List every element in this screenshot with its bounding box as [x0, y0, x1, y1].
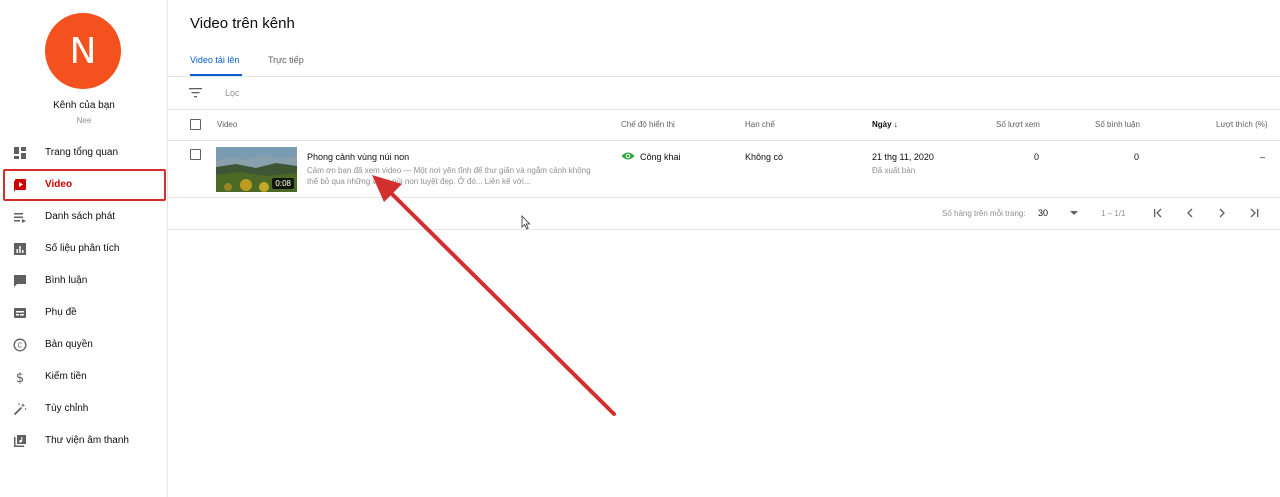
views-value: 0: [1034, 152, 1040, 162]
comment-icon: [14, 275, 26, 287]
eye-icon: [621, 152, 635, 160]
sidebar-item-playlists[interactable]: Danh sách phát: [0, 201, 168, 233]
column-header-date-label: Ngày: [872, 120, 892, 129]
sidebar-item-comments[interactable]: Bình luận: [0, 265, 168, 297]
sidebar-item-label: Bình luận: [45, 275, 88, 286]
filter-input[interactable]: Lọc: [225, 88, 240, 98]
video-thumbnail[interactable]: 0:08: [216, 147, 297, 192]
mouse-cursor-icon: [521, 215, 531, 230]
divider: [168, 109, 1280, 110]
copyright-icon: C: [13, 338, 27, 352]
column-header-views[interactable]: Số lượt xem: [996, 120, 1040, 129]
next-page-icon[interactable]: [1215, 206, 1229, 220]
analytics-icon: [14, 243, 26, 255]
subtitles-icon: [14, 308, 26, 318]
select-all-checkbox[interactable]: [190, 119, 201, 130]
comments-value: 0: [1134, 152, 1140, 162]
highlight-box: [3, 169, 166, 201]
column-header-visibility: Chế độ hiển thị: [621, 120, 675, 129]
channel-title: Kênh của bạn: [53, 100, 115, 111]
rows-per-page-value: 30: [1038, 208, 1049, 218]
rows-per-page-label: Số hàng trên mỗi trang:: [942, 209, 1026, 218]
tab-live[interactable]: Trực tiếp: [268, 55, 304, 65]
row-checkbox[interactable]: [190, 149, 201, 160]
filter-icon[interactable]: [189, 87, 202, 98]
avatar-letter: N: [69, 30, 97, 72]
page-range: 1 – 1/1: [1101, 209, 1126, 218]
sidebar-item-label: Trang tổng quan: [45, 147, 119, 158]
page-title: Video trên kênh: [190, 15, 295, 32]
sidebar-item-label: Kiếm tiền: [45, 371, 87, 382]
column-header-video: Video: [217, 120, 238, 129]
column-header-likes[interactable]: Lượt thích (%): [1216, 120, 1268, 129]
sidebar-item-copyright[interactable]: C Bản quyền: [0, 329, 168, 361]
audio-library-icon: [14, 435, 26, 447]
tab-uploads[interactable]: Video tải lên: [190, 55, 239, 65]
sidebar-item-customization[interactable]: Tùy chỉnh: [0, 393, 168, 425]
previous-page-icon[interactable]: [1183, 206, 1197, 220]
sidebar-item-subtitles[interactable]: Phụ đề: [0, 297, 168, 329]
arrow-down-icon: ↓: [893, 120, 898, 129]
video-description: Cảm ơn bạn đã xem video — Một nơi yên tĩ…: [307, 166, 591, 186]
video-duration: 0:08: [272, 178, 294, 189]
playlist-icon: [14, 213, 26, 223]
dollar-icon: $: [16, 371, 24, 384]
first-page-icon[interactable]: [1151, 206, 1165, 220]
video-title[interactable]: Phong cảnh vùng núi non: [307, 152, 409, 162]
sidebar-item-label: Tùy chỉnh: [45, 403, 89, 414]
svg-text:$: $: [16, 371, 24, 384]
sidebar-item-label: Phụ đề: [45, 307, 77, 318]
sidebar: N Kênh của bạn Nee Trang tổng quan Video…: [0, 0, 168, 497]
sidebar-item-label: Bản quyền: [45, 339, 93, 350]
channel-subtitle: Nee: [76, 116, 92, 125]
date-value: 21 thg 11, 2020: [872, 152, 934, 162]
divider: [168, 76, 1280, 77]
column-header-date[interactable]: Ngày ↓: [872, 120, 898, 129]
rows-per-page-select[interactable]: 30: [1038, 208, 1048, 218]
svg-text:C: C: [18, 342, 23, 350]
restrictions-value: Không có: [745, 152, 784, 162]
divider: [168, 197, 1280, 198]
divider: [168, 229, 1280, 230]
dashboard-icon: [14, 147, 26, 159]
sidebar-item-monetization[interactable]: $ Kiếm tiền: [0, 361, 168, 393]
sidebar-item-label: Danh sách phát: [45, 211, 116, 222]
sidebar-item-dashboard[interactable]: Trang tổng quan: [0, 137, 168, 169]
column-header-comments[interactable]: Số bình luận: [1095, 120, 1140, 129]
sidebar-item-label: Số liệu phân tích: [45, 243, 120, 254]
divider: [168, 140, 1280, 141]
date-status: Đã xuất bản: [872, 166, 916, 175]
channel-avatar[interactable]: N: [45, 13, 121, 89]
visibility-value[interactable]: Công khai: [640, 152, 681, 162]
sidebar-item-label: Thư viện âm thanh: [45, 435, 129, 446]
magic-wand-icon: [13, 403, 27, 416]
last-page-icon[interactable]: [1247, 206, 1261, 220]
dropdown-arrow-icon[interactable]: [1070, 210, 1078, 216]
sidebar-item-audio-library[interactable]: Thư viện âm thanh: [0, 425, 168, 457]
column-header-restrictions: Hạn chế: [745, 120, 775, 129]
sidebar-item-analytics[interactable]: Số liệu phân tích: [0, 233, 168, 265]
likes-value: –: [1260, 152, 1266, 162]
